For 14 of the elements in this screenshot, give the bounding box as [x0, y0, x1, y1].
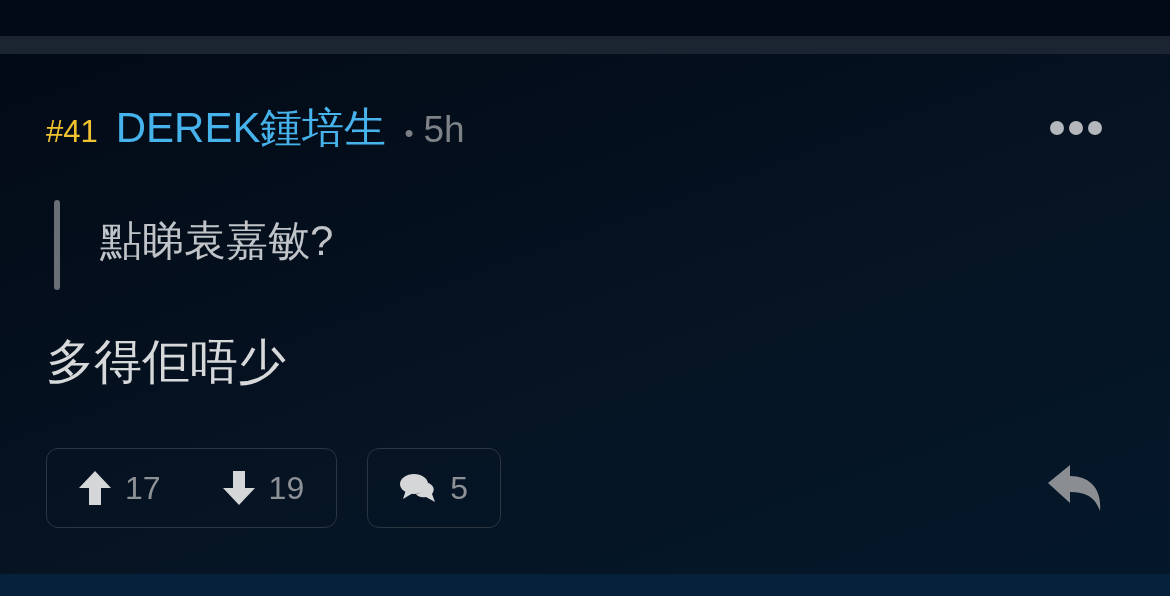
more-icon[interactable] — [1050, 121, 1102, 135]
post-body: 多得佢唔少 — [46, 334, 287, 390]
upvote-button[interactable]: 17 — [79, 469, 161, 507]
down-arrow-icon — [222, 471, 255, 505]
speech-bubbles-icon — [400, 472, 437, 504]
separator-dot: • — [404, 118, 414, 149]
replies-button[interactable]: 5 — [367, 448, 501, 528]
author-name[interactable]: DEREK鍾培生 — [115, 100, 387, 156]
reply-button[interactable] — [1048, 465, 1102, 511]
downvote-button[interactable]: 19 — [222, 469, 305, 507]
floor-number: #41 — [46, 114, 98, 150]
up-arrow-icon — [79, 471, 111, 505]
post-time: 5h — [423, 109, 465, 151]
quoted-text: 點睇袁嘉敏? — [100, 216, 334, 266]
